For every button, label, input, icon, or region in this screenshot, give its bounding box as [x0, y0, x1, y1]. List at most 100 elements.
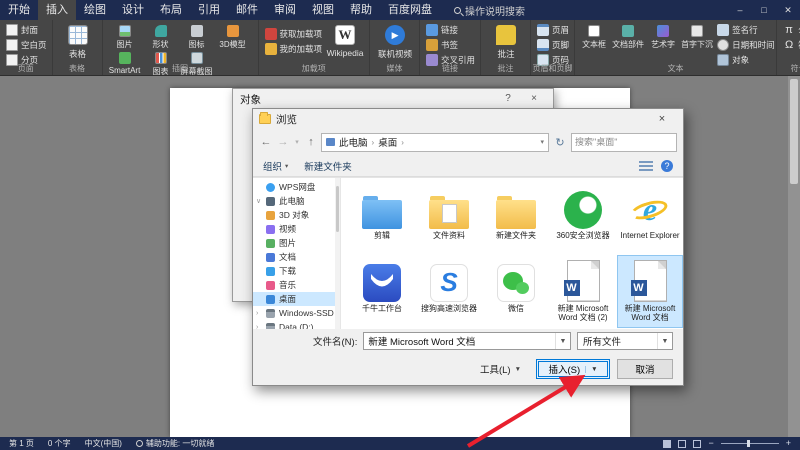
nav-item-windows-ssd[interactable]: ›Windows-SSD (C:) [253, 306, 340, 320]
breadcrumb-root[interactable]: 此电脑 [339, 135, 368, 149]
tell-me-search[interactable]: 操作说明搜索 [454, 3, 525, 18]
print-layout-icon[interactable] [678, 440, 686, 448]
file-item-folder-wenjianziliao[interactable]: 文件资料 [416, 182, 482, 255]
tab-mailings[interactable]: 邮件 [228, 0, 266, 20]
tab-home[interactable]: 开始 [0, 0, 38, 20]
history-dropdown-icon[interactable]: ▾ [293, 138, 301, 146]
zoom-out-icon[interactable]: − [708, 439, 713, 448]
search-input[interactable] [575, 137, 673, 147]
nav-scrollbar[interactable] [335, 178, 340, 329]
nav-item-documents[interactable]: 文档 [253, 250, 340, 264]
symbol-button[interactable]: 符号 [781, 38, 800, 52]
file-item-qianniu[interactable]: 千牛工作台 [349, 255, 415, 328]
forward-icon[interactable]: → [276, 136, 290, 148]
chevron-expanded-icon[interactable]: ∨ [256, 197, 261, 205]
tab-layout[interactable]: 布局 [152, 0, 190, 20]
chevron-down-icon[interactable]: ▼ [657, 333, 672, 349]
object-dialog-help-button[interactable]: ? [496, 89, 520, 109]
date-time-button[interactable]: 日期和时间 [715, 38, 773, 52]
icons-button[interactable]: 图标 [179, 23, 215, 50]
close-button[interactable]: ✕ [776, 0, 800, 20]
tab-design[interactable]: 设计 [114, 0, 152, 20]
zoom-slider-thumb[interactable] [747, 440, 750, 447]
breadcrumb-dropdown-icon[interactable]: ▾ [540, 138, 544, 146]
object-dialog-close-button[interactable]: × [522, 89, 546, 109]
nav-item-desktop[interactable]: 桌面 [253, 292, 340, 306]
chevron-down-icon[interactable]: ▼ [555, 333, 570, 349]
online-video-button[interactable]: 联机视频 [374, 23, 416, 60]
tools-button[interactable]: 工具(L)▼ [472, 360, 529, 378]
nav-item-data-drive[interactable]: ›Data (D:) [253, 320, 340, 329]
nav-item-wps-cloud[interactable]: WPS网盘 [253, 180, 340, 194]
minimize-button[interactable]: – [728, 0, 752, 20]
filename-input[interactable] [364, 336, 555, 347]
filetype-combobox[interactable]: 所有文件 ▼ [577, 332, 673, 350]
cover-page-button[interactable]: 封面 [4, 23, 49, 37]
nav-item-pictures[interactable]: 图片 [253, 236, 340, 250]
nav-item-this-pc[interactable]: ∨此电脑 [253, 194, 340, 208]
text-box-button[interactable]: 文本框 [579, 23, 609, 50]
file-item-wechat[interactable]: 微信 [483, 255, 549, 328]
blank-page-button[interactable]: 空白页 [4, 38, 49, 52]
cancel-button[interactable]: 取消 [617, 359, 673, 379]
chevron-collapsed-icon[interactable]: › [256, 310, 258, 317]
link-button[interactable]: 链接 [424, 23, 477, 37]
word-count[interactable]: 0 个字 [48, 438, 71, 449]
comment-button[interactable]: 批注 [485, 23, 527, 60]
file-item-sogou-browser[interactable]: 搜狗高速浏览器 [416, 255, 482, 328]
tab-insert[interactable]: 插入 [38, 0, 76, 20]
get-addins-button[interactable]: 获取加载项 [263, 27, 325, 41]
new-folder-button[interactable]: 新建文件夹 [304, 159, 352, 173]
picture-button[interactable]: 图片 [107, 23, 143, 50]
browse-dialog-close-button[interactable]: × [647, 109, 677, 129]
accessibility-status[interactable]: 辅助功能: 一切就绪 [136, 438, 214, 449]
file-item-folder-jianji[interactable]: 剪辑 [349, 182, 415, 255]
bookmark-button[interactable]: 书签 [424, 38, 477, 52]
wordart-button[interactable]: 艺术字 [647, 23, 679, 50]
chevron-collapsed-icon[interactable]: › [256, 324, 258, 330]
signature-line-button[interactable]: 签名行 [715, 23, 773, 37]
change-view-icon[interactable] [639, 161, 653, 171]
nav-item-music[interactable]: 音乐 [253, 278, 340, 292]
nav-item-downloads[interactable]: 下载 [253, 264, 340, 278]
breadcrumb[interactable]: 此电脑 › 桌面 › ▾ [321, 133, 549, 152]
up-icon[interactable]: ↑ [304, 136, 318, 148]
shapes-button[interactable]: 形状 [143, 23, 179, 50]
organize-button[interactable]: 组织▾ [263, 159, 288, 173]
filename-combobox[interactable]: ▼ [363, 332, 571, 350]
tab-review[interactable]: 审阅 [266, 0, 304, 20]
tab-baidu-netdisk[interactable]: 百度网盘 [380, 0, 440, 20]
footer-button[interactable]: 页脚 [535, 38, 571, 52]
web-layout-icon[interactable] [693, 440, 701, 448]
header-button[interactable]: 页眉 [535, 23, 571, 37]
file-item-new-folder[interactable]: 新建文件夹 [483, 182, 549, 255]
table-button[interactable]: 表格 [57, 23, 99, 60]
zoom-in-icon[interactable]: + [786, 439, 791, 448]
tab-help[interactable]: 帮助 [342, 0, 380, 20]
back-icon[interactable]: ← [259, 136, 273, 148]
scrollbar-thumb[interactable] [790, 79, 798, 184]
insert-button[interactable]: 插入(S)▼ [536, 359, 610, 379]
tab-draw[interactable]: 绘图 [76, 0, 114, 20]
breadcrumb-current[interactable]: 桌面 [378, 135, 397, 149]
vertical-scrollbar[interactable] [788, 76, 800, 437]
file-item-word-doc-selected[interactable]: 新建 Microsoft Word 文档 [617, 255, 683, 328]
read-mode-icon[interactable] [663, 440, 671, 448]
nav-item-videos[interactable]: 视频 [253, 222, 340, 236]
maximize-button[interactable]: □ [752, 0, 776, 20]
page-indicator[interactable]: 第 1 页 [9, 438, 34, 449]
quick-parts-button[interactable]: 文档部件 [609, 23, 647, 50]
file-item-internet-explorer[interactable]: e Internet Explorer [617, 182, 683, 255]
refresh-icon[interactable]: ↻ [552, 136, 568, 149]
help-icon[interactable]: ? [661, 160, 673, 172]
zoom-slider[interactable] [721, 443, 779, 444]
file-item-word-doc-2[interactable]: 新建 Microsoft Word 文档 (2) [550, 255, 616, 328]
tab-view[interactable]: 视图 [304, 0, 342, 20]
tab-references[interactable]: 引用 [190, 0, 228, 20]
my-addins-button[interactable]: 我的加载项 [263, 42, 325, 56]
nav-item-3d-objects[interactable]: 3D 对象 [253, 208, 340, 222]
search-box[interactable] [571, 133, 677, 152]
drop-cap-button[interactable]: 首字下沉 [679, 23, 715, 50]
file-item-360-browser[interactable]: 360安全浏览器 [550, 182, 616, 255]
3d-models-button[interactable]: 3D模型 [215, 23, 251, 50]
